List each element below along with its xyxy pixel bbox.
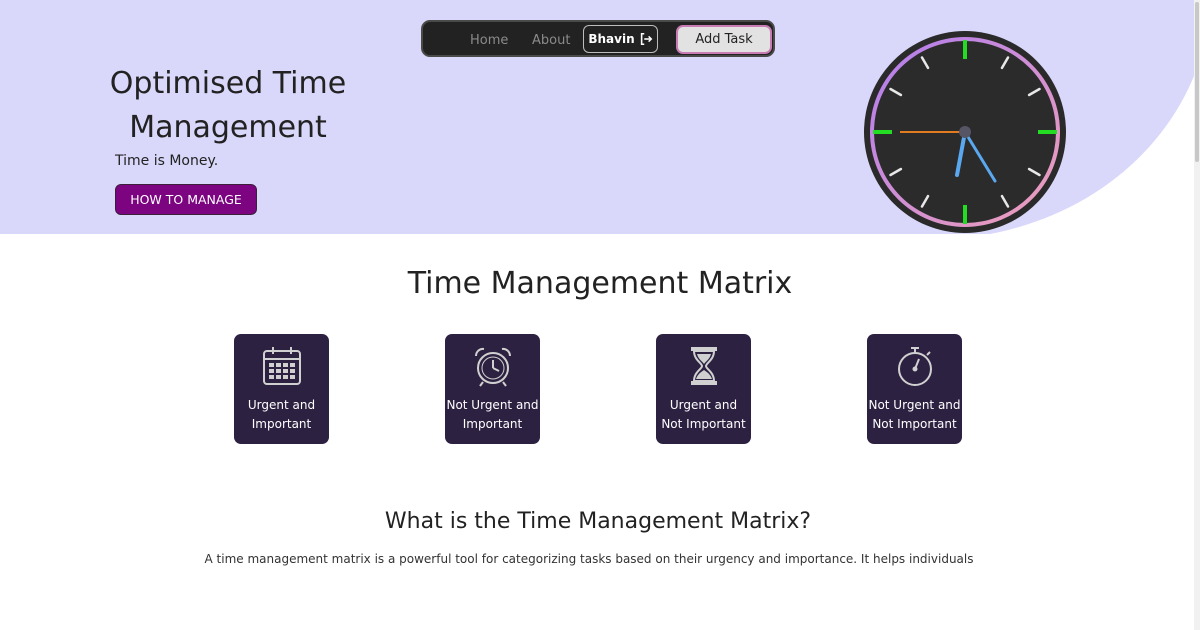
- nav-home-link[interactable]: Home: [470, 33, 508, 48]
- stopwatch-icon: [898, 347, 932, 386]
- matrix-card-not-urgent-not-important[interactable]: Not Urgent and Not Important: [867, 334, 962, 444]
- analog-clock: [864, 31, 1066, 233]
- matrix-card-label: Urgent and Not Important: [661, 398, 746, 431]
- hourglass-icon: [691, 347, 717, 385]
- matrix-card-label: Not Urgent and Important: [446, 398, 539, 431]
- how-to-manage-button[interactable]: HOW TO MANAGE: [115, 184, 257, 215]
- matrix-card-urgent-important[interactable]: Urgent and Important: [234, 334, 329, 444]
- matrix-card-urgent-not-important[interactable]: Urgent and Not Important: [656, 334, 751, 444]
- logout-icon: [640, 32, 652, 46]
- top-navbar: Home About Bhavin Add Task: [421, 20, 775, 57]
- nav-about-link[interactable]: About: [532, 33, 570, 48]
- add-task-button[interactable]: Add Task: [676, 25, 772, 54]
- hero-subtitle: Time is Money.: [115, 153, 219, 169]
- matrix-card-label: Urgent and Important: [247, 398, 316, 431]
- user-logout-button[interactable]: Bhavin: [583, 25, 658, 53]
- user-name: Bhavin: [588, 32, 635, 46]
- page-scrollbar[interactable]: [1194, 0, 1200, 630]
- matrix-title: Time Management Matrix: [407, 266, 793, 301]
- hero-title: Optimised Time Management: [109, 66, 347, 145]
- matrix-card-label: Not Urgent and Not Important: [868, 398, 961, 431]
- about-matrix-text: A time management matrix is a powerful t…: [204, 552, 974, 566]
- scrollbar-thumb[interactable]: [1195, 2, 1199, 162]
- alarm-clock-icon: [474, 347, 512, 387]
- about-matrix-title: What is the Time Management Matrix?: [384, 509, 812, 534]
- matrix-card-not-urgent-important[interactable]: Not Urgent and Important: [445, 334, 540, 444]
- calendar-icon: [263, 347, 301, 385]
